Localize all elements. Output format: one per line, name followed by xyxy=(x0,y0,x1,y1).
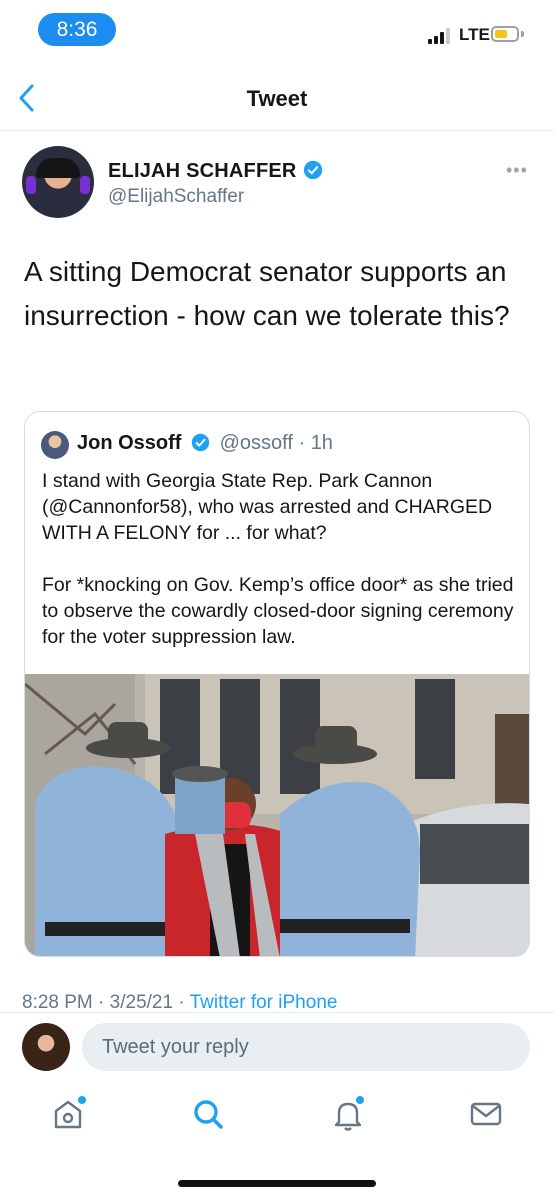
bell-notification-dot xyxy=(356,1096,364,1104)
home-indicator xyxy=(178,1180,376,1187)
quoted-time-ago: 1h xyxy=(310,432,333,454)
search-icon[interactable] xyxy=(188,1094,228,1134)
home-notification-dot xyxy=(78,1096,86,1104)
meta-separator: · xyxy=(98,992,105,1013)
mail-icon[interactable] xyxy=(466,1094,506,1134)
network-label: LTE xyxy=(459,25,490,44)
reply-input[interactable]: Tweet your reply xyxy=(82,1023,530,1071)
tab-bar xyxy=(0,1078,554,1158)
tweet-date: 3/25/21 xyxy=(109,992,174,1013)
avatar-headset-right xyxy=(80,176,90,194)
tweet-text: A sitting Democrat senator supports an i… xyxy=(24,256,510,331)
tweet-time: 8:28 PM xyxy=(22,992,93,1013)
status-bar: 8:36 LTE xyxy=(0,0,554,60)
avatar-headset-left xyxy=(26,176,36,194)
current-user-avatar[interactable] xyxy=(22,1023,70,1071)
battery-icon xyxy=(491,26,519,42)
battery-tip xyxy=(521,31,524,37)
reply-bar: Tweet your reply xyxy=(0,1012,554,1077)
ellipsis-icon[interactable]: ••• xyxy=(506,160,528,181)
page-title: Tweet xyxy=(246,86,308,111)
battery-level xyxy=(495,30,507,38)
quoted-separator: · xyxy=(298,432,306,454)
avatar-cap xyxy=(36,158,80,178)
nav-bar: Tweet xyxy=(0,66,554,131)
status-time: 8:36 xyxy=(38,13,116,46)
quoted-author-handle: @ossoff xyxy=(219,432,293,454)
author-name[interactable]: ELIJAH SCHAFFER xyxy=(108,160,323,183)
tweet-meta: 8:28 PM · 3/25/21 · Twitter for iPhone xyxy=(22,992,337,1014)
quoted-tweet-photo[interactable] xyxy=(25,674,529,957)
author-avatar[interactable] xyxy=(22,146,94,218)
author-handle[interactable]: @ElijahSchaffer xyxy=(108,186,244,208)
author-name-text[interactable]: ELIJAH SCHAFFER xyxy=(108,160,297,182)
tweet-source-link[interactable]: Twitter for iPhone xyxy=(190,992,338,1013)
quoted-tweet-header: Jon Ossoff @ossoff · 1h xyxy=(77,432,333,455)
meta-separator-2: · xyxy=(178,992,185,1013)
verified-badge-icon xyxy=(303,160,322,180)
quoted-tweet-text: I stand with Georgia State Rep. Park Can… xyxy=(42,470,514,648)
verified-badge-icon xyxy=(191,433,210,452)
quoted-tweet-card[interactable]: Jon Ossoff @ossoff · 1h I stand with Geo… xyxy=(24,411,530,957)
signal-icon xyxy=(428,28,454,44)
quoted-author-name: Jon Ossoff xyxy=(77,432,182,454)
quoted-author-avatar xyxy=(41,431,69,459)
